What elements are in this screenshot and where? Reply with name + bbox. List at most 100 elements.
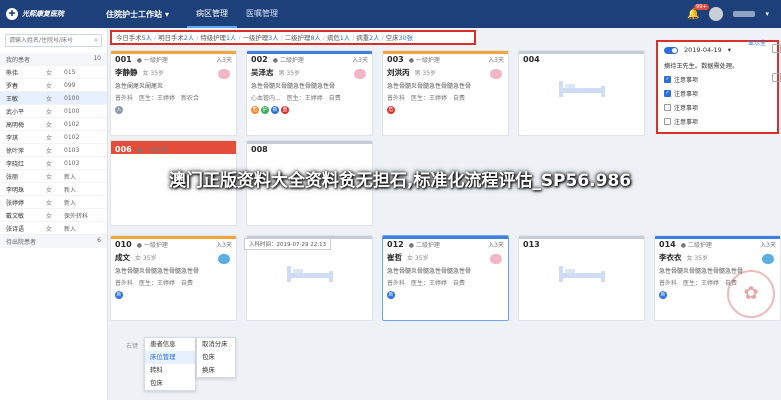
patient-name: 王敏 [6,95,19,103]
bed-card-header: 014 ● 二级护理 入3天 [655,236,780,249]
patient-list-item[interactable]: 徐叶萍 女 0103 [0,144,107,157]
patient-name: 李明珠 [6,186,25,194]
diagnosis: 急性骨髓炎骨髓急性骨髓急性骨 [387,83,472,90]
admission-days: 入3天 [216,56,232,64]
context-menu-item[interactable]: 包床 [145,377,195,390]
patient-list-item[interactable]: 罗春 女 099 [0,79,107,92]
todo-item-label: 注意事项 [674,91,699,98]
context-submenu-item[interactable]: 包床 [197,351,235,364]
patient-list-item[interactable]: 戴文敏 女 保外转科 [0,209,107,222]
bed-card-004[interactable]: 004 [518,50,645,136]
summary-label: 一级护理 [242,34,269,42]
summary-item[interactable]: 病重2人 [356,33,379,42]
section-my-patients[interactable]: 我的患者 10 [0,53,107,66]
summary-item[interactable]: 空床30张 [386,33,413,42]
patient-info: 男 35岁 [278,70,301,77]
todo-toggle[interactable] [664,46,678,54]
patient-list-item[interactable]: 王敏 女 0100 [0,92,107,105]
bed-card-003[interactable]: 003 ● 一级护理 入3天 刘洪丙男 35岁 急性骨髓炎骨髓急性骨髓急性骨 普外科 医生：… [382,50,509,136]
status-tag-icon: 新 [115,291,123,299]
context-menu-item[interactable]: 转科 [145,364,195,377]
admission-days: 入3天 [216,241,232,249]
section-waiting-discharge[interactable]: 待出院患者 6 [0,235,107,248]
bed-number: 006 [115,144,132,154]
context-submenu-item[interactable]: 换床 [197,364,235,377]
chevron-down-icon[interactable]: ▾ [765,10,769,18]
patient-type-icon [218,254,230,264]
status-tag-icon: 危 [251,106,259,114]
summary-item[interactable]: 明日手术2人 [158,33,194,42]
checkbox[interactable] [664,104,671,111]
context-submenu: 取消分床 包床 换床 [196,337,236,378]
avatar[interactable] [709,7,724,21]
notification-button[interactable]: 🔔 99+ [687,3,709,20]
tab-ward-management[interactable]: 病区管理 [187,0,238,28]
summary-value: 5人 [141,34,153,42]
summary-item[interactable]: 特级护理1人 [200,33,236,42]
bed-card-013[interactable]: 013 [518,235,645,321]
bed-card-header: 008 [247,141,372,154]
patient-list-item[interactable]: 张婷婷 女 新入 [0,196,107,209]
patient-name: 张丽 [6,173,19,181]
todo-item[interactable]: ✓ 注意事项 [664,89,771,98]
bed-card-001[interactable]: 001 ● 一级护理 入3天 李静静女 35岁 急性阑尾炎阑尾炎 普外科 医生：王婷婷 新农合… [110,50,237,136]
search-input[interactable] [9,37,95,44]
patient-bed: 新入 [64,199,77,207]
bed-card-012[interactable]: 012 ● 二级护理 入3天 崔哲女 35岁 急性骨髓炎骨髓急性骨髓急性骨 普外科 医生：王… [382,235,509,321]
search-icon[interactable]: ⌕ [94,36,98,45]
chevron-down-icon[interactable]: ▾ [728,46,731,54]
admission-days: 入3天 [488,56,504,64]
bed-card-002[interactable]: 002 ● 二级护理 入3天 吴泽志男 35岁 急性骨髓炎骨髓急性骨髓急性骨 心血管内..… [246,50,373,136]
status-tag-icon: 入 [115,106,123,114]
patient-name: 张诗语 [6,225,25,233]
user-name-blurred[interactable] [733,11,756,17]
summary-label: 空床 [385,34,399,42]
summary-value: 30张 [398,34,414,42]
summary-item[interactable]: 二级护理8人 [285,33,321,42]
tab-order-management[interactable]: 医嘱管理 [237,0,287,28]
patient-list-item[interactable]: 熊伟 女 015 [0,66,107,79]
empty-bed-icon [287,266,333,282]
summary-item[interactable]: 今日手术5人 [116,33,152,42]
todo-item[interactable]: 注意事项 [664,117,771,126]
checkbox[interactable]: ✓ [664,90,671,97]
refresh-icon[interactable] [771,44,781,53]
patient-info: 女 35岁 [407,255,429,262]
patient-name: 高明梅 [6,121,25,129]
empty-bed-icon [559,266,605,282]
bed-card-header: 006 ● 一级护理 [111,141,236,154]
patient-sex: 女 [46,121,53,129]
show-all-link[interactable]: 显示全 [748,38,766,47]
status-tags: 新 [383,287,508,303]
todo-item[interactable]: ✓ 注意事项 [664,75,771,84]
checkbox[interactable] [664,118,671,125]
nursing-level: ● 二级护理 [408,241,440,249]
patient-info: 女 35岁 [142,70,165,77]
patient-list-item[interactable]: 武小平 女 0100 [0,105,107,118]
bed-card-010[interactable]: 010 ● 一级护理 入3天 成文女 35岁 急性骨髓炎骨髓急性骨髓急性骨 普外科 医生：王… [110,235,237,321]
todo-greeting: 摘待王先生。数据需处理。 [664,63,739,70]
checkbox[interactable]: ✓ [664,76,671,83]
context-menu-item[interactable]: 床位管理 [145,351,195,364]
doctor: 医生：王婷婷 [411,95,448,102]
summary-item[interactable]: 一级护理3人 [243,33,279,42]
summary-item[interactable]: 病危1人 [327,33,350,42]
status-tags: 新 [111,287,236,303]
patient-list-item[interactable]: 高明梅 女 0102 [0,118,107,131]
notification-badge: 99+ [694,3,709,10]
patient-bed: 015 [64,68,76,76]
context-submenu-item[interactable]: 取消分床 [197,338,235,351]
patient-sex: 女 [46,69,53,77]
patient-sex: 女 [46,95,53,103]
todo-item-label: 注意事项 [674,77,699,84]
search-box[interactable]: ⌕ [5,34,102,47]
patient-name: 李衣衣 [659,253,682,262]
context-menu-item[interactable]: 患者信息 [145,338,195,351]
todo-item[interactable]: 注意事项 [664,103,771,112]
app-title[interactable]: 住院护士工作站 ▾ [98,9,177,20]
patient-bed: 0103 [64,146,80,154]
filter-icon[interactable] [771,73,781,82]
patient-list-item[interactable]: 李琪 女 0102 [0,131,107,144]
patient-sidebar: ⌕ 我的患者 10 熊伟女015罗春女099王敏女0100武小平女0100高明梅… [0,28,108,400]
patient-list-item[interactable]: 张诗语 女 新入 [0,222,107,235]
